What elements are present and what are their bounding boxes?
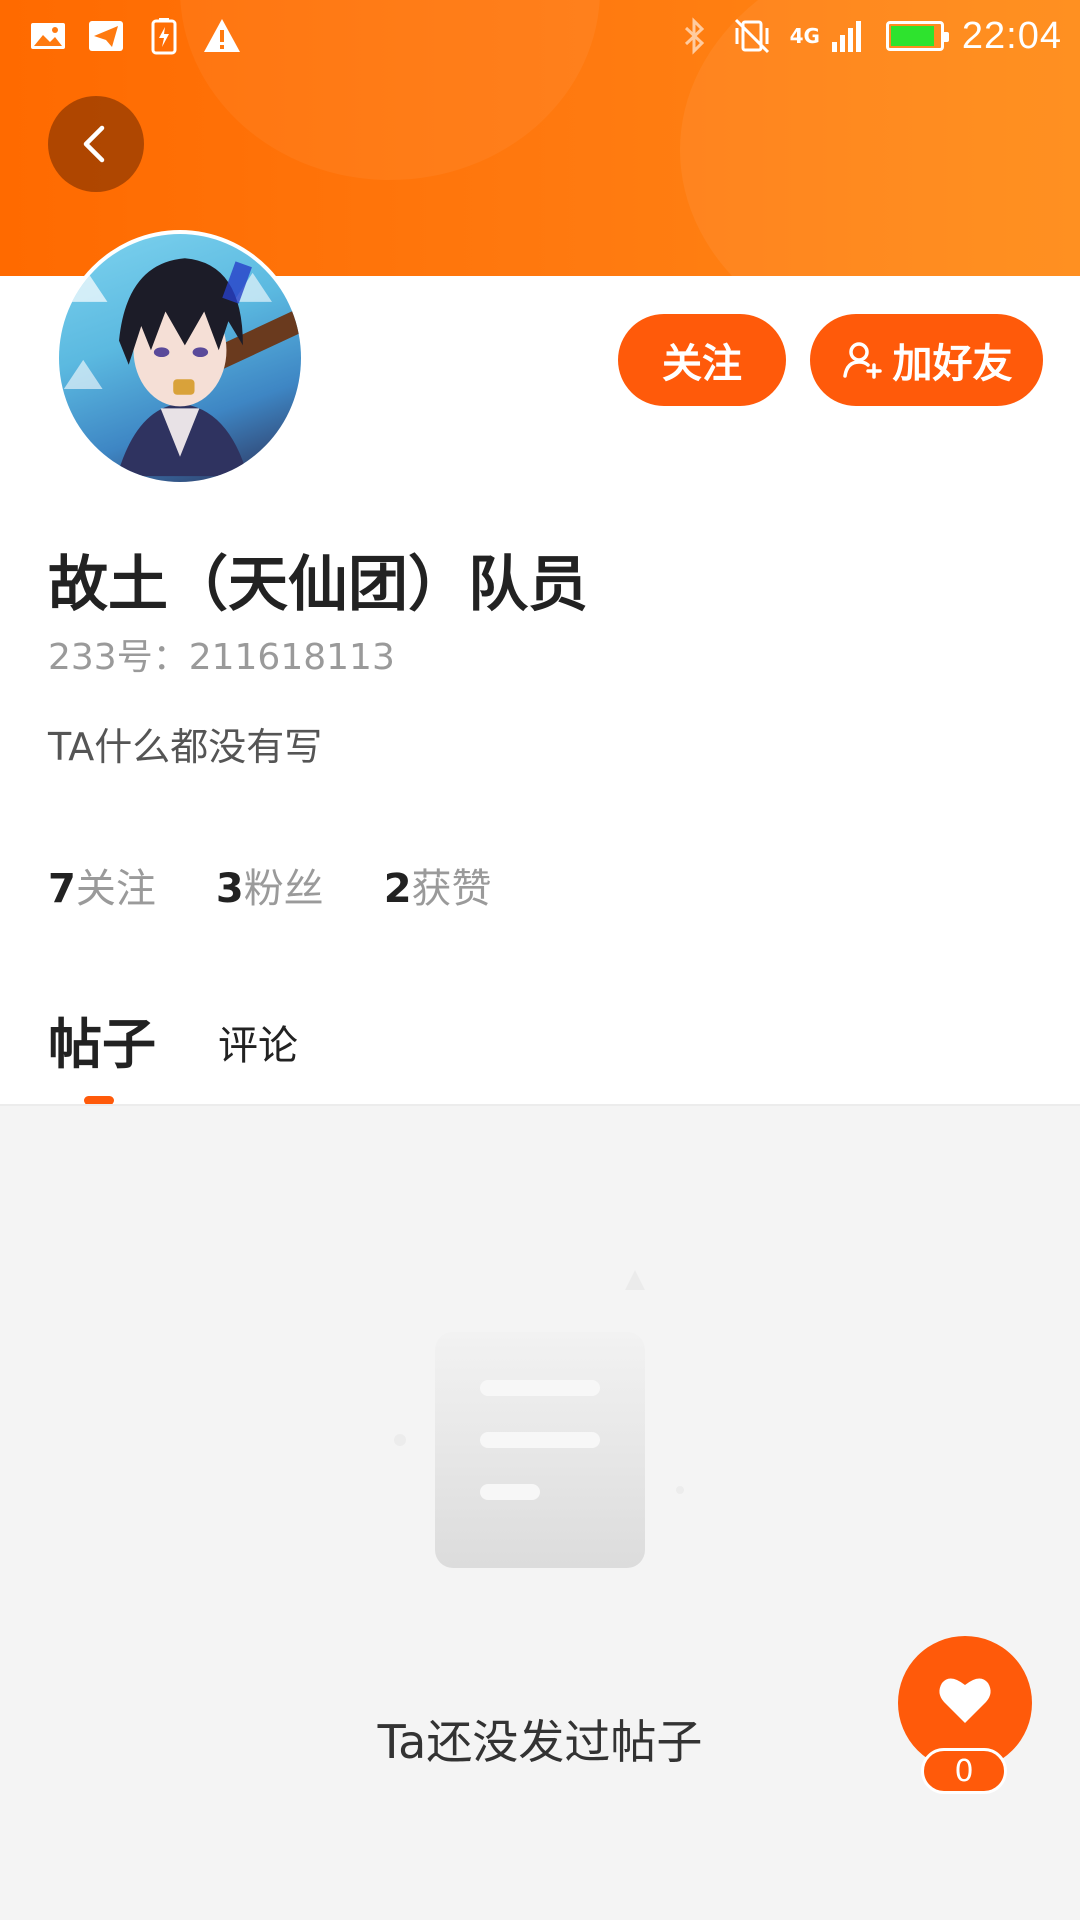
warning-icon xyxy=(202,16,242,56)
profile-stats: 7 关注 3 粉丝 2 获赞 xyxy=(48,856,492,914)
tabs-divider xyxy=(0,1104,1080,1106)
content-tabs: 帖子 评论 xyxy=(48,1000,298,1079)
stat-followers-count: 3 xyxy=(215,866,244,912)
status-bar: 4G 22:04 xyxy=(0,0,1080,72)
stat-likes-count: 2 xyxy=(383,866,412,912)
stat-followers[interactable]: 3 粉丝 xyxy=(216,856,324,914)
status-time: 22:04 xyxy=(961,14,1062,57)
add-user-icon xyxy=(842,342,882,379)
status-right: 4G 22:04 xyxy=(674,15,1062,58)
follow-button[interactable]: 关注 xyxy=(618,314,786,406)
avatar-image xyxy=(59,234,301,482)
avatar[interactable] xyxy=(55,230,305,486)
network-type-label: 4G xyxy=(789,24,820,48)
like-count-badge: 0 xyxy=(921,1748,1007,1794)
stat-likes[interactable]: 2 获赞 xyxy=(384,856,492,914)
vibrate-off-icon xyxy=(732,16,772,56)
user-id: 233号：211618113 xyxy=(48,637,395,678)
tab-posts[interactable]: 帖子 xyxy=(48,1000,156,1079)
status-left xyxy=(28,16,242,56)
stat-followers-label: 粉丝 xyxy=(243,866,324,912)
send-icon xyxy=(86,16,126,56)
battery-icon xyxy=(885,21,949,51)
username: 故土（天仙团）队员 xyxy=(48,550,588,620)
add-friend-button[interactable]: 加好友 xyxy=(810,314,1043,406)
stat-following-count: 7 xyxy=(48,866,76,912)
battery-level xyxy=(890,26,935,46)
battery-saver-icon xyxy=(144,16,184,56)
signal-icon xyxy=(828,16,868,56)
bluetooth-icon xyxy=(674,16,714,56)
back-button[interactable] xyxy=(48,96,144,192)
tab-comments[interactable]: 评论 xyxy=(218,1013,298,1079)
stat-following-label: 关注 xyxy=(75,866,156,912)
image-icon xyxy=(28,16,68,56)
user-bio: TA什么都没有写 xyxy=(48,725,323,769)
chevron-left-icon xyxy=(83,125,105,163)
stat-likes-label: 获赞 xyxy=(411,866,492,912)
stat-following[interactable]: 7 关注 xyxy=(48,856,156,914)
add-friend-label: 加好友 xyxy=(892,341,1013,387)
heart-icon xyxy=(939,1678,991,1723)
document-icon xyxy=(380,1260,700,1580)
